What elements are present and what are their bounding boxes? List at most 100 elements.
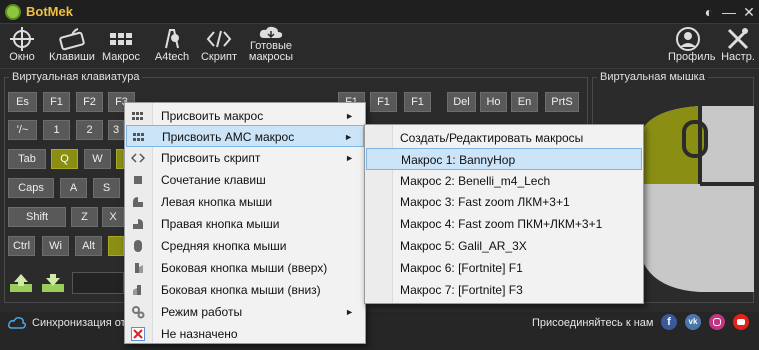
key-f11[interactable]: F1 [370,92,397,112]
sync-status-text: Синхронизация от [32,317,126,329]
menu-item-left-mouse[interactable]: Левая кнопка мыши [126,191,364,213]
virtual-mouse-title: Виртуальная мышка [597,71,708,83]
key-end[interactable]: En [511,92,538,112]
key-a[interactable]: A [60,178,87,198]
submenu-item-label: Макрос 6: [Fortnite] F1 [400,261,523,275]
key-3[interactable]: 3 [108,120,124,140]
tool-keys[interactable]: Клавиши [48,24,96,69]
tool-profile[interactable]: Профиль [668,24,716,69]
key-2[interactable]: 2 [76,120,103,140]
submenu-item-macro-4[interactable]: Макрос 4: Fast zoom ПКМ+ЛКМ+3+1 [366,213,642,235]
key-home[interactable]: Ho [480,92,507,112]
tool-settings-label: Настр. [721,51,755,63]
menu-item-label: Режим работы [161,305,243,319]
key-win[interactable]: Wi [42,236,69,256]
tool-macro-label: Макрос [102,51,140,63]
submenu-item-macro-5[interactable]: Макрос 5: Galil_AR_3X [366,235,642,257]
theme-toggle-icon[interactable]: ◐ [700,3,718,21]
tool-ready-macros-label-2: макросы [248,51,294,63]
code-icon [131,153,145,163]
key-q[interactable]: Q [51,149,78,169]
key-esc[interactable]: Es [8,92,37,112]
code-icon [206,30,232,48]
tool-a4tech[interactable]: A4tech [152,24,192,69]
middle-mouse-button-icon [134,240,142,252]
menu-item-side-mouse-up[interactable]: Боковая кнопка мыши (вверх) [126,257,364,279]
menu-item-side-mouse-down[interactable]: Боковая кнопка мыши (вниз) [126,279,364,301]
close-button[interactable]: ✕ [740,3,758,21]
macro-keys-icon [133,133,144,141]
menu-item-work-mode[interactable]: Режим работы ► [126,301,364,323]
tool-macro[interactable]: Макрос [100,24,142,69]
tool-script[interactable]: Скрипт [198,24,240,69]
key-space-partial[interactable] [108,236,124,256]
key-x[interactable]: X [102,207,124,227]
submenu-item-macro-3[interactable]: Макрос 3: Fast zoom ЛКМ+3+1 [366,191,642,213]
tool-window-label: Окно [9,51,35,63]
tool-settings[interactable]: Настр. [718,24,758,69]
submenu-item-macro-7[interactable]: Макрос 7: [Fortnite] F3 [366,279,642,301]
key-del[interactable]: Del [447,92,476,112]
key-tab[interactable]: Tab [8,149,46,169]
menu-item-assign-script[interactable]: Присвоить скрипт ► [126,147,364,169]
a4tech-icon [165,29,179,49]
left-mouse-button-icon [133,197,143,207]
profile-name-field[interactable] [72,272,124,294]
main-toolbar: Окно Клавиши Макрос A4tech Скрипт Готовы… [0,24,759,69]
cloud-download-icon [259,26,283,39]
import-profile-icon[interactable] [8,272,34,294]
tool-script-label: Скрипт [200,51,237,63]
key-tilde[interactable]: '/~ [8,120,37,140]
menu-item-key-combo[interactable]: Сочетание клавиш [126,169,364,191]
crosshair-icon [10,27,34,51]
key-f2[interactable]: F2 [76,92,103,112]
menu-item-label: Не назначено [161,327,238,341]
key-f1[interactable]: F1 [43,92,70,112]
submenu-arrow-icon: ► [344,132,353,142]
key-caps[interactable]: Caps [8,178,54,198]
menu-item-label: Боковая кнопка мыши (вверх) [161,261,328,275]
export-profile-icon[interactable] [40,272,66,294]
submenu-item-label: Макрос 2: Benelli_m4_Lech [400,174,551,188]
submenu-item-label: Макрос 4: Fast zoom ПКМ+ЛКМ+3+1 [400,217,603,231]
key-f12[interactable]: F1 [404,92,431,112]
tool-window[interactable]: Окно [4,24,40,69]
submenu-item-macro-1[interactable]: Макрос 1: BannyHop [366,148,642,170]
facebook-icon[interactable]: f [661,314,677,330]
submenu-item-edit-macros[interactable]: Создать/Редактировать макросы [366,127,642,149]
menu-item-assign-amc-macro[interactable]: Присвоить AMC макрос ► [126,125,364,147]
key-shift[interactable]: Shift [8,207,66,227]
menu-item-right-mouse[interactable]: Правая кнопка мыши [126,213,364,235]
user-icon [676,27,700,51]
key-e-partial[interactable] [116,149,124,169]
menu-item-label: Боковая кнопка мыши (вниз) [161,283,321,297]
key-context-menu: Присвоить макрос ► Присвоить AMC макрос … [124,102,366,344]
key-1[interactable]: 1 [43,120,70,140]
menu-item-unassigned[interactable]: Не назначено [126,323,364,345]
submenu-item-label: Макрос 5: Galil_AR_3X [400,239,527,253]
submenu-arrow-icon: ► [345,153,354,163]
key-alt[interactable]: Alt [75,236,102,256]
tool-profile-label: Профиль [668,51,716,63]
vk-icon[interactable]: vk [685,314,701,330]
minimize-button[interactable]: — [720,3,738,21]
key-prtsc[interactable]: PrtS [545,92,579,112]
menu-item-assign-macro[interactable]: Присвоить макрос ► [126,105,364,127]
key-combo-icon [134,176,142,184]
side-button-up-icon [135,263,143,273]
key-z[interactable]: Z [71,207,98,227]
keyboard-icon [59,28,85,51]
key-ctrl[interactable]: Ctrl [8,236,35,256]
key-s[interactable]: S [93,178,120,198]
menu-item-middle-mouse[interactable]: Средняя кнопка мыши [126,235,364,257]
submenu-item-macro-2[interactable]: Макрос 2: Benelli_m4_Lech [366,170,642,192]
youtube-icon[interactable] [733,314,749,330]
tool-ready-macros[interactable]: Готовые макросы [246,24,296,69]
join-us-text: Присоединяйтесь к нам [532,317,654,329]
key-w[interactable]: W [84,149,111,169]
instagram-icon[interactable] [709,314,725,330]
tool-a4tech-label: A4tech [154,51,190,63]
submenu-item-macro-6[interactable]: Макрос 6: [Fortnite] F1 [366,257,642,279]
amc-macro-submenu: Создать/Редактировать макросы Макрос 1: … [364,124,644,304]
title-bar: BotMek ◐ — ✕ [0,0,759,24]
